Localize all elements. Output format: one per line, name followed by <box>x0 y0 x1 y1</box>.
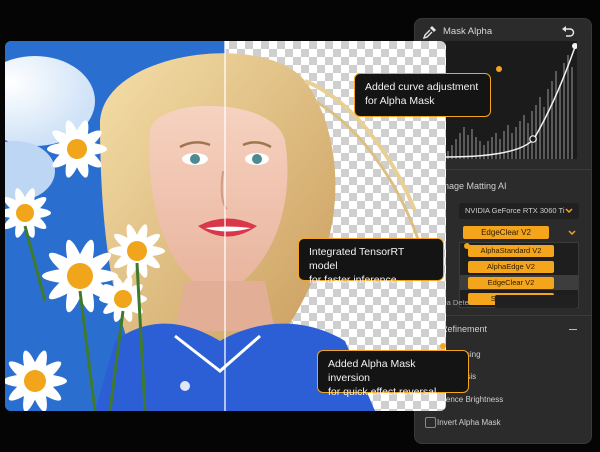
invert-alpha-label: Invert Alpha Mask <box>437 418 501 427</box>
refinement-section-title: Refinement <box>441 324 488 334</box>
callout-line: for quick effect reversal <box>328 386 437 398</box>
curve-control-point[interactable] <box>529 135 537 143</box>
chevron-down-icon <box>565 208 573 214</box>
model-option[interactable]: EdgeClear V2 <box>468 277 554 289</box>
model-option[interactable]: AlphaStandard V2 <box>468 245 554 257</box>
callout-line: Added curve adjustment <box>365 81 479 93</box>
curve-end-point[interactable] <box>572 43 577 49</box>
undo-icon[interactable] <box>561 24 575 38</box>
gpu-select-value: NVIDIA GeForce RTX 3060 Ti <box>465 206 565 215</box>
area-detect-select[interactable] <box>495 295 577 308</box>
callout-pointer-dot <box>464 243 470 249</box>
model-select[interactable]: EdgeClear V2 <box>463 226 549 239</box>
chevron-down-icon[interactable] <box>568 229 576 237</box>
gpu-select[interactable]: NVIDIA GeForce RTX 3060 Ti <box>459 203 579 219</box>
eyedropper-icon[interactable] <box>423 25 437 39</box>
model-select-value: EdgeClear V2 <box>481 228 531 237</box>
callout-line: for Alpha Mask <box>365 95 435 107</box>
panel-title: Mask Alpha <box>443 26 493 37</box>
callout-tensorrt: Integrated TensorRT model for faster inf… <box>298 238 444 286</box>
callout-line: for faster inference <box>309 274 397 286</box>
callout-line: Integrated TensorRT model <box>309 246 405 272</box>
matting-section-title: Image Matting AI <box>439 181 507 191</box>
callout-invert-alpha: Added Alpha Mask inversion for quick eff… <box>317 350 469 398</box>
model-option[interactable]: AlphaEdge V2 <box>468 261 554 273</box>
callout-curve-adjustment: Added curve adjustment for Alpha Mask <box>354 73 491 117</box>
invert-alpha-checkbox[interactable] <box>425 417 436 428</box>
callout-line: Added Alpha Mask inversion <box>328 358 416 384</box>
callout-pointer-dot <box>496 66 502 72</box>
collapse-icon[interactable] <box>569 329 577 330</box>
callout-pointer-dot <box>440 343 446 349</box>
